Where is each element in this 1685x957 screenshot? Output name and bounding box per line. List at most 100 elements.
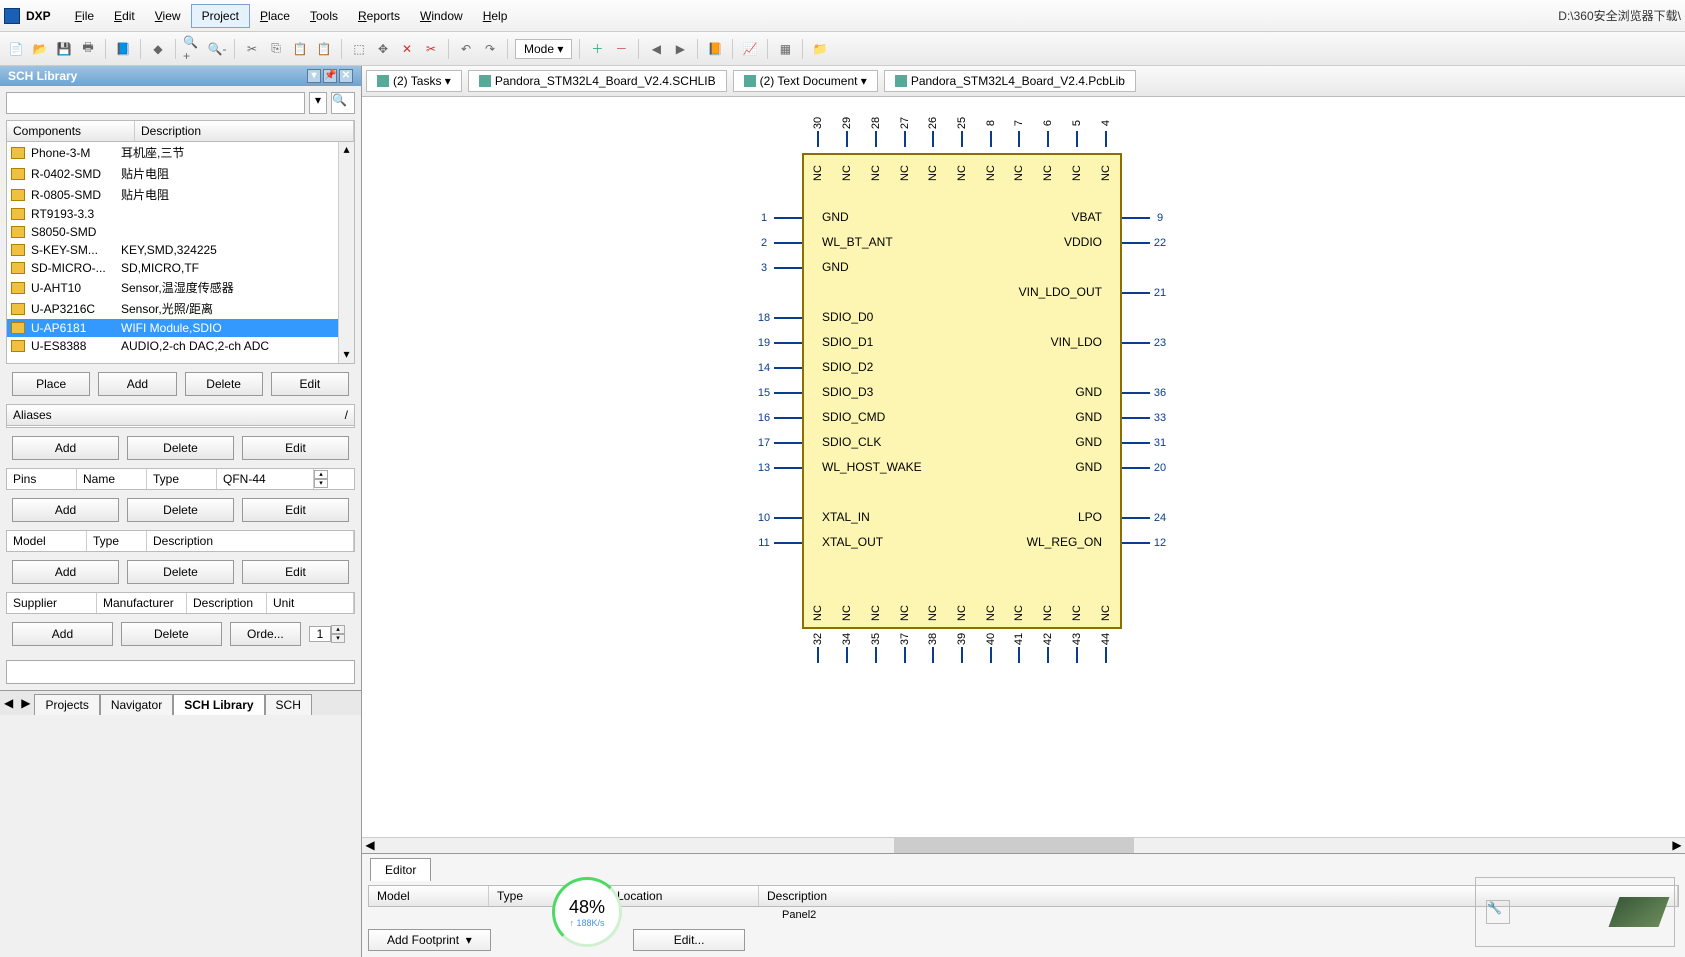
pin[interactable]: NC (923, 163, 943, 179)
pin[interactable]: 29 (837, 117, 857, 149)
pin[interactable]: 24 (1122, 505, 1170, 530)
order-up-icon[interactable]: ▴ (331, 625, 345, 634)
editor-tab[interactable]: Editor (370, 858, 431, 881)
edit-footprint-button[interactable]: Edit... (633, 929, 746, 951)
pin[interactable]: 12 (1122, 530, 1170, 555)
pin[interactable]: 15 (754, 380, 802, 405)
menu-edit[interactable]: Edit (104, 5, 145, 27)
pin[interactable]: 5 (1067, 117, 1087, 149)
pin[interactable]: NC (1067, 603, 1087, 619)
menu-help[interactable]: Help (473, 5, 518, 27)
cut-icon[interactable]: ✂ (242, 39, 262, 59)
pin[interactable]: 17 (754, 430, 802, 455)
component-row[interactable]: R-0805-SMD贴片电阻 (7, 184, 354, 205)
hscroll-thumb[interactable] (894, 838, 1134, 853)
bottom-tab[interactable]: Projects (34, 694, 99, 715)
pins-edit-button[interactable]: Edit (242, 498, 349, 522)
bottom-tab[interactable]: SCH (265, 694, 312, 715)
pin[interactable]: 20 (1122, 455, 1170, 480)
search-dropdown-icon[interactable]: ▾ (309, 92, 327, 114)
manufacturer-label[interactable]: Manufacturer (97, 593, 187, 613)
col-components[interactable]: Components (7, 121, 135, 141)
pin[interactable]: 43 (1067, 633, 1087, 665)
pin[interactable]: 25 (952, 117, 972, 149)
model-add-button[interactable]: Add (12, 560, 119, 584)
new-icon[interactable]: 📄 (6, 39, 26, 59)
pin[interactable]: NC (866, 163, 886, 179)
scroll-down-icon[interactable]: ▾ (339, 347, 354, 363)
pin[interactable]: NC (837, 603, 857, 619)
tool1-icon[interactable]: 📙 (705, 39, 725, 59)
supplier-delete-button[interactable]: Delete (121, 622, 222, 646)
pin[interactable]: 30 (808, 117, 828, 149)
document-tab[interactable]: Pandora_STM32L4_Board_V2.4.SCHLIB (468, 70, 727, 92)
pin[interactable] (754, 480, 802, 505)
place-button[interactable]: Place (12, 372, 90, 396)
unit-label[interactable]: Unit (267, 593, 354, 613)
zoom-out-icon[interactable]: 🔍- (207, 39, 227, 59)
editor-model-col[interactable]: Model (369, 886, 489, 906)
grid-icon[interactable]: ▦ (775, 39, 795, 59)
component-row[interactable]: Phone-3-M耳机座,三节 (7, 142, 354, 163)
pin[interactable]: 34 (837, 633, 857, 665)
model-edit-button[interactable]: Edit (242, 560, 349, 584)
supplier-add-button[interactable]: Add (12, 622, 113, 646)
name-label[interactable]: Name (77, 469, 147, 489)
pin[interactable]: 32 (808, 633, 828, 665)
aliases-add-button[interactable]: Add (12, 436, 119, 460)
bottom-tab[interactable]: Navigator (100, 694, 173, 715)
pin[interactable]: NC (895, 163, 915, 179)
pin[interactable]: NC (923, 603, 943, 619)
pin[interactable]: 42 (1038, 633, 1058, 665)
delete-button[interactable]: Delete (185, 372, 263, 396)
pins-spinner[interactable]: ▴▾ (314, 469, 354, 489)
panel-dropdown-icon[interactable]: ▾ (307, 69, 321, 83)
component-row[interactable]: S8050-SMD (7, 223, 354, 241)
document-tab[interactable]: Pandora_STM32L4_Board_V2.4.PcbLib (884, 70, 1136, 92)
pin[interactable]: 28 (866, 117, 886, 149)
pin[interactable]: NC (1009, 603, 1029, 619)
paste-special-icon[interactable]: 📋 (314, 39, 334, 59)
pin[interactable]: NC (1038, 603, 1058, 619)
pin[interactable]: NC (981, 163, 1001, 179)
menu-file[interactable]: File (65, 5, 104, 27)
pin[interactable]: 26 (923, 117, 943, 149)
pin[interactable]: 36 (1122, 380, 1170, 405)
search-button-icon[interactable]: 🔍 (331, 92, 355, 114)
pin[interactable]: 18 (754, 305, 802, 330)
component-symbol[interactable]: 30292827262587654 NCNCNCNCNCNCNCNCNCNCNC… (802, 153, 1122, 629)
order-spinner-input[interactable] (309, 626, 331, 642)
add-button[interactable]: Add (98, 372, 176, 396)
pin[interactable]: 37 (895, 633, 915, 665)
pin[interactable]: 38 (923, 633, 943, 665)
pin[interactable] (754, 280, 802, 305)
bottom-textbox[interactable] (6, 660, 355, 684)
pin[interactable]: 4 (1096, 117, 1116, 149)
mode-dropdown[interactable]: Mode ▾ (515, 39, 572, 59)
library-icon[interactable]: ◆ (148, 39, 168, 59)
spinner-down-icon[interactable]: ▾ (314, 479, 328, 488)
editor-location-col[interactable]: Location (609, 886, 759, 906)
pin[interactable]: NC (866, 603, 886, 619)
undo-icon[interactable]: ↶ (456, 39, 476, 59)
pin[interactable]: NC (1038, 163, 1058, 179)
hscroll-left-icon[interactable]: ◀ (362, 838, 378, 853)
menu-reports[interactable]: Reports (348, 5, 410, 27)
search-input[interactable] (6, 92, 305, 114)
aliases-edit-button[interactable]: Edit (242, 436, 349, 460)
add-footprint-button[interactable]: Add Footprint ▾ (368, 929, 491, 951)
pin[interactable]: NC (808, 603, 828, 619)
pins-label[interactable]: Pins (7, 469, 77, 489)
deselect-icon[interactable]: ✕ (397, 39, 417, 59)
pin[interactable]: NC (1096, 163, 1116, 179)
pin[interactable]: 13 (754, 455, 802, 480)
hscroll-right-icon[interactable]: ▶ (1669, 838, 1685, 853)
save-icon[interactable]: 💾 (54, 39, 74, 59)
pin[interactable]: NC (952, 163, 972, 179)
menu-tools[interactable]: Tools (300, 5, 348, 27)
pin[interactable]: 14 (754, 355, 802, 380)
pin[interactable]: 23 (1122, 330, 1170, 355)
component-row[interactable]: U-AP6181WIFI Module,SDIO (7, 319, 354, 337)
zoom-in-icon[interactable]: 🔍+ (183, 39, 203, 59)
horizontal-scrollbar[interactable]: ◀ ▶ (362, 837, 1685, 853)
